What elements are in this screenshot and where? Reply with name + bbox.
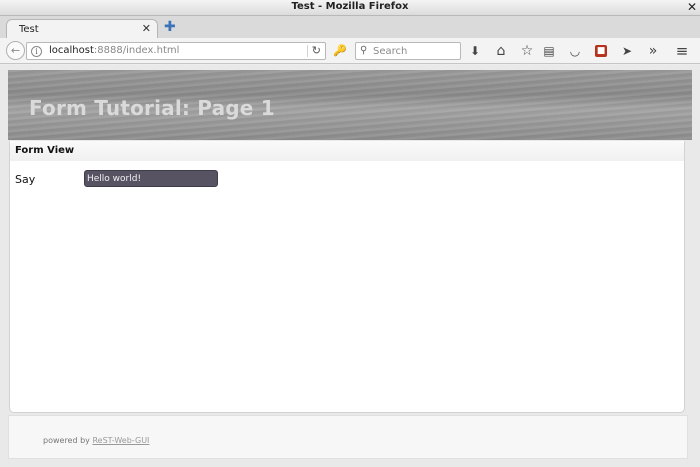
key-icon[interactable]: 🔑 (333, 44, 347, 58)
pocket-icon[interactable]: ◡ (567, 43, 583, 59)
tab-test[interactable]: Test ✕ (6, 19, 158, 39)
window-title: Test - Mozilla Firefox (291, 1, 409, 12)
url-text[interactable]: localhost:8888/index.html (49, 45, 179, 56)
overflow-icon[interactable]: » (645, 43, 661, 59)
say-label: Say (15, 173, 36, 186)
back-icon[interactable]: ← (6, 41, 25, 60)
page-title: Form Tutorial: Page 1 (29, 96, 275, 120)
tab-title: Test (19, 24, 39, 35)
window-titlebar: Test - Mozilla Firefox ✕ (0, 0, 700, 16)
tab-strip: Test ✕ (0, 16, 700, 39)
home-icon[interactable]: ⌂ (493, 43, 509, 59)
search-icon: ⚲ (360, 45, 368, 56)
footer-text: powered by ReST-Web-GUI (43, 436, 149, 445)
page-banner: Form Tutorial: Page 1 (8, 70, 692, 140)
search-bar[interactable]: ⚲ (355, 42, 461, 60)
search-input[interactable] (373, 44, 457, 58)
page-content: Form Tutorial: Page 1 Form View Say powe… (0, 65, 700, 467)
url-host: localhost (49, 45, 94, 56)
footer-prefix: powered by (43, 436, 93, 445)
menu-icon[interactable]: ≡ (674, 43, 690, 59)
url-bar[interactable]: i localhost:8888/index.html ↻ (26, 42, 326, 60)
url-path: :8888/index.html (93, 45, 180, 56)
say-input[interactable] (84, 170, 218, 187)
window-close-icon[interactable]: ✕ (687, 0, 697, 15)
page-footer: powered by ReST-Web-GUI (8, 415, 688, 459)
new-tab-icon[interactable]: ✚ (164, 19, 176, 35)
tab-close-icon[interactable]: ✕ (142, 22, 151, 36)
panel-header: Form View (10, 141, 684, 161)
reload-icon[interactable]: ↻ (312, 44, 321, 58)
panel-title: Form View (15, 145, 75, 156)
form-panel: Form View Say (9, 141, 685, 413)
send-icon[interactable]: ➤ (619, 43, 635, 59)
info-icon[interactable]: i (31, 46, 42, 57)
url-divider (307, 45, 308, 57)
bookmark-star-icon[interactable]: ☆ (519, 43, 535, 59)
rest-web-gui-link[interactable]: ReST-Web-GUI (92, 436, 149, 445)
reader-view-icon[interactable]: ▤ (541, 43, 557, 59)
download-icon[interactable]: ⬇ (467, 43, 483, 59)
addon-icon[interactable]: ■ (595, 45, 607, 57)
